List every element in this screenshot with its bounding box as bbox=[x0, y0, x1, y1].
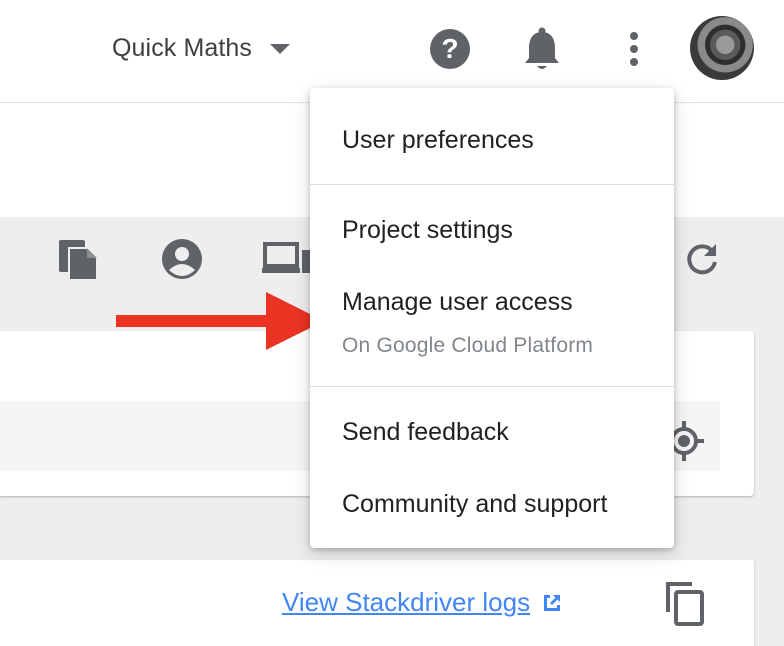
menu-divider bbox=[310, 184, 674, 185]
avatar[interactable] bbox=[690, 16, 754, 80]
project-selector[interactable]: Quick Maths bbox=[112, 24, 291, 72]
menu-item-label: Community and support bbox=[342, 490, 608, 518]
menu-item-project-settings[interactable]: Project settings bbox=[310, 196, 674, 268]
menu-item-community-support[interactable]: Community and support bbox=[310, 470, 674, 542]
refresh-icon[interactable] bbox=[684, 241, 720, 277]
menu-divider bbox=[310, 386, 674, 387]
devices-icon[interactable] bbox=[262, 241, 312, 277]
menu-item-manage-user-access[interactable]: Manage user access On Google Cloud Platf… bbox=[310, 268, 674, 372]
more-vert-icon[interactable] bbox=[614, 28, 654, 70]
view-logs-label: View Stackdriver logs bbox=[282, 587, 531, 617]
menu-item-user-preferences[interactable]: User preferences bbox=[310, 106, 674, 178]
menu-item-label: Send feedback bbox=[342, 418, 509, 446]
notifications-icon[interactable] bbox=[521, 26, 563, 72]
account-icon[interactable] bbox=[160, 237, 204, 281]
annotation-arrow bbox=[116, 292, 324, 350]
overflow-menu: User preferences Project settings Manage… bbox=[310, 88, 674, 548]
chevron-down-icon bbox=[270, 44, 291, 54]
menu-item-label: Project settings bbox=[342, 216, 513, 244]
menu-item-send-feedback[interactable]: Send feedback bbox=[310, 398, 674, 470]
project-name: Quick Maths bbox=[112, 33, 253, 62]
open-in-new-icon bbox=[544, 594, 561, 611]
menu-item-sublabel: On Google Cloud Platform bbox=[342, 334, 594, 357]
copy-icon[interactable] bbox=[662, 578, 706, 626]
copy-docs-icon[interactable] bbox=[56, 237, 100, 283]
menu-item-label: User preferences bbox=[342, 126, 534, 154]
view-logs-link[interactable]: View Stackdriver logs bbox=[282, 587, 564, 618]
help-icon[interactable]: ? bbox=[429, 28, 471, 70]
svg-text:?: ? bbox=[441, 33, 458, 64]
menu-item-label: Manage user access bbox=[342, 288, 573, 316]
